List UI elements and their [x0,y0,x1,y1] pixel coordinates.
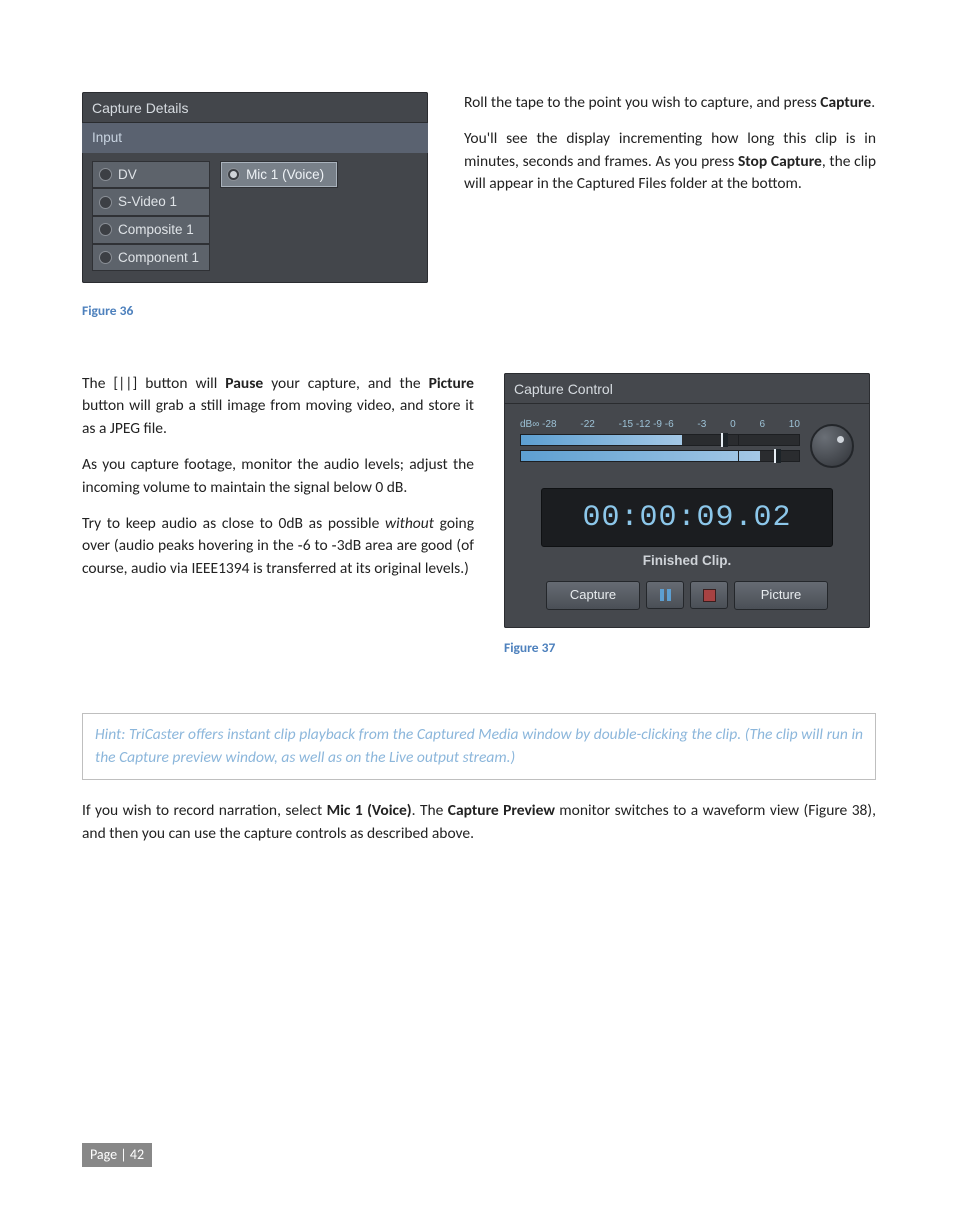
page-number: Page | 42 [82,1143,152,1167]
panel-title: Capture Control [504,373,870,404]
input-option-component1[interactable]: Component 1 [92,244,210,272]
radio-icon [99,251,112,264]
input-section-label: Input [82,123,428,153]
timecode-display: 00:00:09.02 [541,488,833,548]
capture-button[interactable]: Capture [546,581,640,610]
input-option-svideo1[interactable]: S-Video 1 [92,188,210,216]
volume-knob[interactable] [810,424,854,468]
panel-title: Capture Details [82,92,428,123]
pause-icon [660,589,671,601]
paragraph: You'll see the display incrementing how … [464,128,876,195]
stop-button[interactable] [690,581,728,609]
paragraph: Roll the tape to the point you wish to c… [464,92,876,114]
input-option-dv[interactable]: DV [92,161,210,189]
paragraph: As you capture footage, monitor the audi… [82,454,474,499]
paragraph: Try to keep audio as close to 0dB as pos… [82,513,474,580]
radio-icon [99,196,112,209]
capture-details-panel: Capture Details Input DV S-Video 1 Compo… [82,92,428,283]
input-option-mic1[interactable]: Mic 1 (Voice) [220,161,338,189]
paragraph: The [||] button will Pause your capture,… [82,373,474,440]
figure-37-label: Figure 37 [504,638,876,658]
radio-icon [99,223,112,236]
input-option-composite1[interactable]: Composite 1 [92,216,210,244]
paragraph: If you wish to record narration, select … [82,800,876,845]
picture-button[interactable]: Picture [734,581,828,610]
capture-status: Finished Clip. [504,551,870,571]
figure-36-label: Figure 36 [82,301,428,321]
pause-button[interactable] [646,581,684,609]
radio-icon [227,168,240,181]
db-scale-ticks: dB∞ -28 -22 -15 -12 -9 -6 -3 0 6 10 [520,418,800,433]
stop-icon [703,589,716,602]
hint-box: Hint: TriCaster offers instant clip play… [82,713,876,780]
audio-meters [520,434,800,462]
capture-control-panel: Capture Control dB∞ -28 -22 -15 -12 -9 -… [504,373,870,628]
radio-icon [99,168,112,181]
